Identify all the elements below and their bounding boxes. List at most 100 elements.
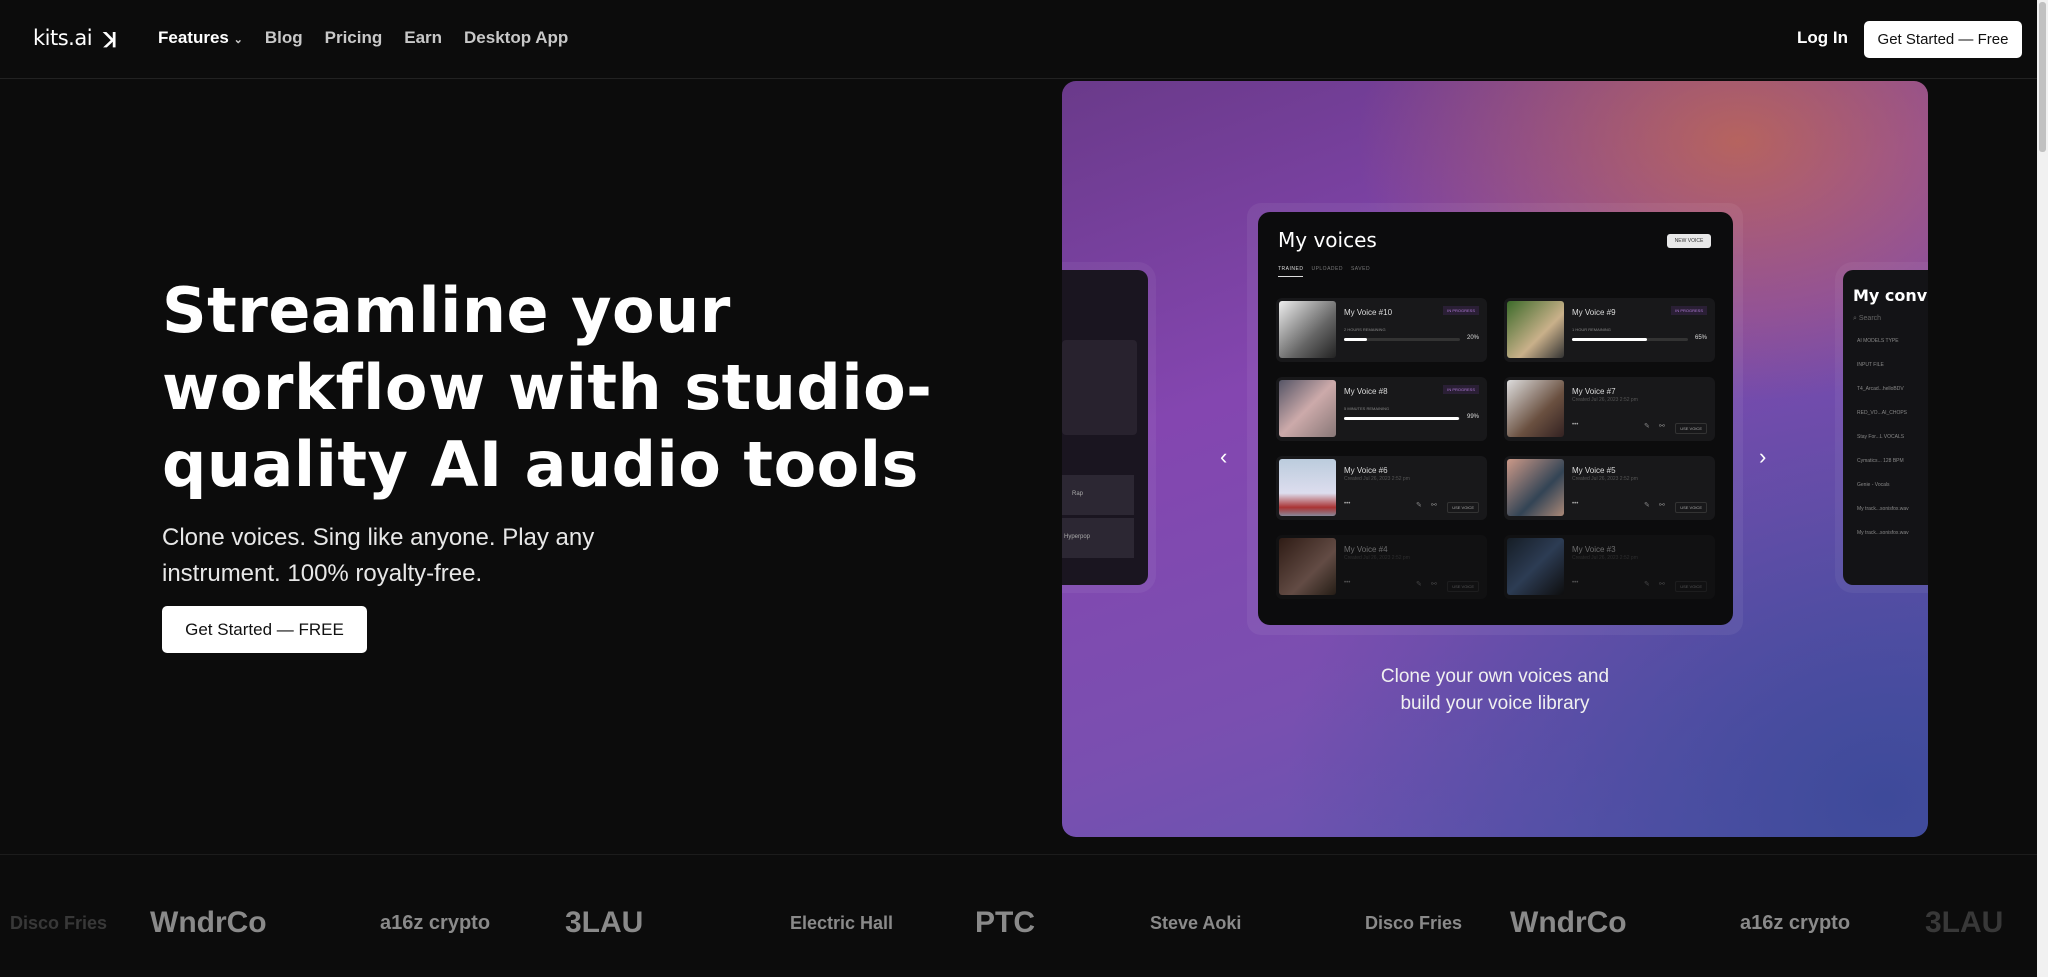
nav-features[interactable]: Features ⌄ (158, 28, 243, 48)
voice-name: My Voice #7 (1572, 387, 1616, 396)
created-date: Created Jul 26, 2023 2:52 pm (1572, 555, 1638, 561)
kits-logo[interactable]: kits.ai (33, 26, 93, 50)
kits-logo-mark-icon[interactable]: ꓘ (104, 28, 117, 53)
partner-logo: 3LAU (1925, 906, 2004, 939)
partner-logo: a16z crypto (380, 911, 491, 934)
preview-row: Rap (1062, 475, 1134, 515)
voice-name: My Voice #3 (1572, 545, 1616, 554)
conversion-row: My track...sonisfox.wav (1857, 506, 1909, 512)
progress-label: 65% (1694, 335, 1707, 341)
more-icon: ••• (1344, 580, 1351, 586)
search-placeholder: Search (1858, 315, 1882, 322)
partner-logo: Disco Fries (10, 912, 108, 933)
nav-features-label: Features (158, 28, 229, 47)
status-badge: IN PROGRESS (1443, 306, 1479, 315)
created-date: Created Jul 26, 2023 2:52 pm (1344, 555, 1410, 561)
voice-card: My Voice #4 Created Jul 26, 2023 2:52 pm •… (1276, 535, 1487, 599)
voice-photo (1279, 301, 1336, 358)
status-badge: IN PROGRESS (1671, 306, 1707, 315)
voice-name: My Voice #10 (1344, 308, 1393, 317)
top-nav: kits.ai ꓘ Features ⌄ Blog Pricing Earn D… (0, 0, 2037, 79)
login-link[interactable]: Log In (1797, 28, 1848, 48)
divider (0, 854, 2037, 855)
nav-links: Features ⌄ Blog Pricing Earn Desktop App (158, 28, 568, 48)
partner-logo: WndrCo (1510, 906, 1627, 939)
edit-icon: ✎ (1416, 581, 1422, 588)
hero-title: Streamline your workflow with studio-qua… (162, 274, 933, 501)
status-badge: IN PROGRESS (1443, 385, 1479, 394)
voice-name: My Voice #5 (1572, 466, 1616, 475)
nav-blog[interactable]: Blog (265, 28, 303, 48)
preview-block (1062, 340, 1137, 435)
conversions-search: ⌕ Search (1853, 315, 1928, 323)
voice-name: My Voice #9 (1572, 308, 1616, 317)
progress-bar (1344, 417, 1460, 420)
tab-uploaded: UPLOADED (1311, 266, 1343, 272)
conversion-row: Stay For...L VOCALS (1857, 434, 1905, 440)
left-preview-card: Rap Hyperpop (1062, 270, 1148, 585)
column-header: INPUT FILE (1857, 362, 1884, 368)
voice-card: My Voice #5 Created Jul 26, 2023 2:52 pm •… (1504, 456, 1715, 520)
voice-photo (1507, 380, 1564, 437)
feature-carousel: Rap Hyperpop My conversions ⌕ Search AI … (1062, 81, 1928, 837)
time-remaining: 2 HOURS REMAINING (1344, 327, 1386, 332)
voice-photo (1279, 380, 1336, 437)
more-icon: ••• (1572, 580, 1579, 586)
use-voice-button: USE VOICE (1675, 581, 1707, 592)
voice-card: My Voice #8 IN PROGRESS 5 MINUTES REMAININ… (1276, 377, 1487, 441)
voice-card: My Voice #10 IN PROGRESS 2 HOURS REMAINING… (1276, 298, 1487, 362)
get-started-button[interactable]: Get Started — Free (1864, 21, 2022, 58)
search-icon: ⌕ (1853, 315, 1857, 322)
partner-logo: 3LAU (565, 906, 644, 939)
edit-icon: ✎ (1644, 423, 1650, 430)
edit-icon: ✎ (1644, 581, 1650, 588)
voice-photo (1507, 301, 1564, 358)
partner-logo: a16z crypto (1740, 911, 1851, 934)
conversion-row: Cymatics... 128 BPM (1857, 458, 1904, 464)
voice-card: My Voice #7 Created Jul 26, 2023 2:52 pm •… (1504, 377, 1715, 441)
voice-photo (1507, 538, 1564, 595)
chevron-down-icon: ⌄ (233, 34, 243, 46)
tab-trained: TRAINED (1278, 266, 1304, 277)
my-voices-card: My voices NEW VOICE TRAINED UPLOADED SAV… (1258, 212, 1733, 625)
partner-logo: Disco Fries (1365, 912, 1463, 933)
filter: AI MODELS TYPE (1857, 338, 1899, 344)
hero-subtitle: Clone voices. Sing like anyone. Play any… (162, 524, 595, 587)
link-icon: ⚯ (1659, 423, 1665, 430)
voice-card: My Voice #9 IN PROGRESS 1 HOUR REMAINING 65… (1504, 298, 1715, 362)
carousel-prev-arrow-icon[interactable]: ‹ (1220, 444, 1227, 470)
use-voice-button: USE VOICE (1447, 581, 1479, 592)
conversions-preview-card: My conversions ⌕ Search AI MODELS TYPE I… (1843, 270, 1928, 585)
progress-fill (1572, 338, 1648, 341)
voice-card: My Voice #6 Created Jul 26, 2023 2:52 pm •… (1276, 456, 1487, 520)
tab-saved: SAVED (1350, 266, 1371, 272)
voice-name: My Voice #6 (1344, 466, 1388, 475)
voice-photo (1279, 459, 1336, 516)
time-remaining: 5 MINUTES REMAINING (1344, 406, 1390, 411)
use-voice-button: USE VOICE (1447, 502, 1479, 513)
progress-fill (1344, 417, 1459, 420)
conversion-row: My track...sonisfox.wav (1857, 530, 1909, 536)
nav-desktop-app[interactable]: Desktop App (464, 28, 568, 48)
voice-name: My Voice #4 (1344, 545, 1388, 554)
hero-cta-button[interactable]: Get Started — FREE (162, 606, 367, 653)
new-voice-button: NEW VOICE (1667, 234, 1711, 248)
partner-logo: Electric Hall (790, 912, 894, 933)
progress-label: 99% (1466, 414, 1479, 420)
voice-photo (1279, 538, 1336, 595)
link-icon: ⚯ (1659, 581, 1665, 588)
progress-bar (1344, 338, 1460, 341)
nav-pricing[interactable]: Pricing (325, 28, 383, 48)
edit-icon: ✎ (1416, 502, 1422, 509)
scrollbar-thumb[interactable] (2039, 2, 2046, 152)
carousel-next-arrow-icon[interactable]: › (1759, 444, 1766, 470)
created-date: Created Jul 26, 2023 2:52 pm (1572, 476, 1638, 482)
nav-earn[interactable]: Earn (404, 28, 442, 48)
scrollbar[interactable] (2037, 0, 2048, 977)
partner-logo: PTC (975, 906, 1035, 939)
time-remaining: 1 HOUR REMAINING (1572, 327, 1611, 332)
caption-line: Clone your own voices and (1380, 666, 1610, 687)
more-icon: ••• (1572, 422, 1579, 428)
my-voices-title: My voices (1278, 228, 1377, 252)
created-date: Created Jul 26, 2023 2:52 pm (1344, 476, 1410, 482)
